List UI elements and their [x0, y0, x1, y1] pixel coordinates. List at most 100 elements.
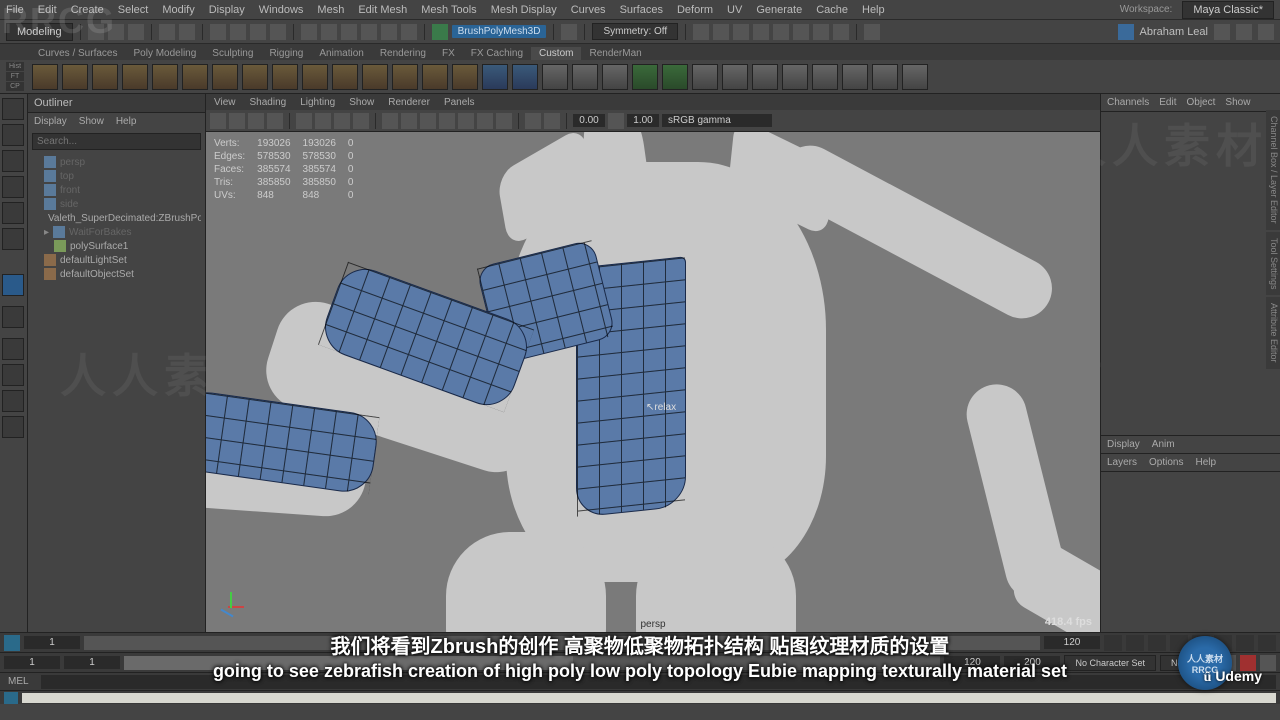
outliner-menu-display[interactable]: Display: [34, 116, 67, 127]
outliner-menu-help[interactable]: Help: [116, 116, 137, 127]
menu-uv[interactable]: UV: [727, 4, 742, 16]
snap-curve-icon[interactable]: [321, 24, 337, 40]
rp-tab-help[interactable]: Help: [1195, 457, 1216, 468]
render-view-icon[interactable]: [773, 24, 789, 40]
four-pane-layout-icon[interactable]: [2, 364, 24, 386]
select-by-component-icon[interactable]: [230, 24, 246, 40]
rp-tab-anim[interactable]: Anim: [1152, 439, 1175, 450]
shelf-pipe-icon[interactable]: [332, 64, 358, 90]
step-back-icon[interactable]: [1148, 635, 1166, 651]
render-icon[interactable]: [693, 24, 709, 40]
step-forward-key-icon[interactable]: [1236, 635, 1254, 651]
render-settings-icon[interactable]: [733, 24, 749, 40]
shelf-poly-cone-icon[interactable]: [122, 64, 148, 90]
rp-tab-display[interactable]: Display: [1107, 439, 1140, 450]
side-tab-modeling[interactable]: Tool Settings: [1266, 232, 1280, 296]
ipr-icon[interactable]: [713, 24, 729, 40]
shelf-bridge-icon[interactable]: [812, 64, 838, 90]
shelf-quad-draw-icon[interactable]: [632, 64, 658, 90]
cmd-lang-label[interactable]: MEL: [0, 676, 37, 687]
shelf-helix-icon[interactable]: [362, 64, 388, 90]
vp-ao-icon[interactable]: [477, 113, 493, 129]
outliner-item-mesh[interactable]: Valeth_SuperDecimated:ZBrushPolyM: [32, 211, 201, 225]
paint-select-tool-icon[interactable]: [2, 150, 24, 172]
side-tab-attreditor[interactable]: Attribute Editor: [1266, 297, 1280, 369]
shelf-platonic-icon[interactable]: [242, 64, 268, 90]
vp-isolate-icon[interactable]: [496, 113, 512, 129]
outliner-item-persp[interactable]: persp: [32, 155, 201, 169]
construction-history-icon[interactable]: [561, 24, 577, 40]
toggle-attreditor-icon[interactable]: [1258, 24, 1274, 40]
prefs-icon[interactable]: [1260, 655, 1276, 671]
shelf-svg-icon[interactable]: [512, 64, 538, 90]
shelf-l-wt-icon[interactable]: [842, 64, 868, 90]
account-name[interactable]: Abraham Leal: [1140, 26, 1209, 38]
playback-start-field[interactable]: 1: [64, 656, 120, 669]
shelf-combine-icon[interactable]: [542, 64, 568, 90]
menu-editmesh[interactable]: Edit Mesh: [358, 4, 407, 16]
vp-xray-joints-icon[interactable]: [544, 113, 560, 129]
rotate-tool-icon[interactable]: [2, 202, 24, 224]
vp-grid-icon[interactable]: [296, 113, 312, 129]
shelf-tab[interactable]: Rigging: [261, 47, 311, 60]
shelf-poly-cylinder-icon[interactable]: [92, 64, 118, 90]
vp-image-plane-icon[interactable]: [267, 113, 283, 129]
snap-view-icon[interactable]: [401, 24, 417, 40]
vp-gate-mask-icon[interactable]: [353, 113, 369, 129]
vp-menu-shading[interactable]: Shading: [250, 97, 287, 108]
vp-menu-show[interactable]: Show: [349, 97, 374, 108]
playback-end-field[interactable]: 120: [944, 656, 1000, 669]
single-pane-layout-icon[interactable]: [2, 338, 24, 360]
outliner-search-input[interactable]: [32, 133, 201, 150]
shelf-poly-sphere-icon[interactable]: [32, 64, 58, 90]
command-input[interactable]: [41, 675, 1276, 689]
vp-wireframe-icon[interactable]: [382, 113, 398, 129]
vp-menu-panels[interactable]: Panels: [444, 97, 475, 108]
shelf-cp-toggle[interactable]: CP: [6, 82, 24, 91]
menu-help[interactable]: Help: [862, 4, 885, 16]
outliner-item-side[interactable]: side: [32, 197, 201, 211]
shelf-tab-active[interactable]: Custom: [531, 47, 581, 60]
menu-deform[interactable]: Deform: [677, 4, 713, 16]
two-pane-layout-icon[interactable]: [2, 390, 24, 412]
outliner-item-front[interactable]: front: [32, 183, 201, 197]
vp-bookmark-icon[interactable]: [248, 113, 264, 129]
shelf-tab[interactable]: RenderMan: [581, 47, 649, 60]
shelf-soccer-icon[interactable]: [422, 64, 448, 90]
vp-xray-icon[interactable]: [525, 113, 541, 129]
light-editor-icon[interactable]: [813, 24, 829, 40]
time-slider[interactable]: [84, 636, 1040, 650]
shelf-tab[interactable]: Sculpting: [204, 47, 261, 60]
menu-modify[interactable]: Modify: [162, 4, 194, 16]
last-tool-icon[interactable]: [2, 306, 24, 328]
symmetry-dropdown[interactable]: Symmetry: Off: [592, 23, 678, 40]
outliner-item-group[interactable]: ▸WaitForBakes: [32, 225, 201, 239]
vp-color-mgmt-dropdown[interactable]: sRGB gamma: [662, 114, 772, 127]
shelf-poly-type-icon[interactable]: [482, 64, 508, 90]
range-end-field[interactable]: 200: [1004, 656, 1060, 669]
shelf-smooth-icon[interactable]: [662, 64, 688, 90]
shelf-ft-toggle[interactable]: FT: [6, 72, 24, 81]
shelf-prism-icon[interactable]: [302, 64, 328, 90]
shelf-r-wt-icon[interactable]: [872, 64, 898, 90]
menu-mesh[interactable]: Mesh: [317, 4, 344, 16]
range-slider[interactable]: [124, 656, 940, 670]
vp-gamma-field[interactable]: 1.00: [627, 114, 659, 127]
outliner-item-polysurface[interactable]: polySurface1: [32, 239, 201, 253]
outliner-item-top[interactable]: top: [32, 169, 201, 183]
account-icon[interactable]: [1118, 24, 1134, 40]
vp-menu-lighting[interactable]: Lighting: [300, 97, 335, 108]
select-tool-icon[interactable]: [2, 98, 24, 120]
menu-select[interactable]: Select: [118, 4, 149, 16]
playblast-icon[interactable]: [793, 24, 809, 40]
outliner-item-objectset[interactable]: defaultObjectSet: [32, 267, 201, 281]
vp-lights-icon[interactable]: [439, 113, 455, 129]
shelf-poly-cube-icon[interactable]: [62, 64, 88, 90]
shelf-full-icon[interactable]: [902, 64, 928, 90]
select-mask-icon[interactable]: [270, 24, 286, 40]
shelf-history-toggle[interactable]: Hist: [6, 62, 24, 71]
menu-surfaces[interactable]: Surfaces: [620, 4, 663, 16]
go-start-icon[interactable]: [1104, 635, 1122, 651]
toggle-toolsettings-icon[interactable]: [1236, 24, 1252, 40]
snap-live-icon[interactable]: [381, 24, 397, 40]
